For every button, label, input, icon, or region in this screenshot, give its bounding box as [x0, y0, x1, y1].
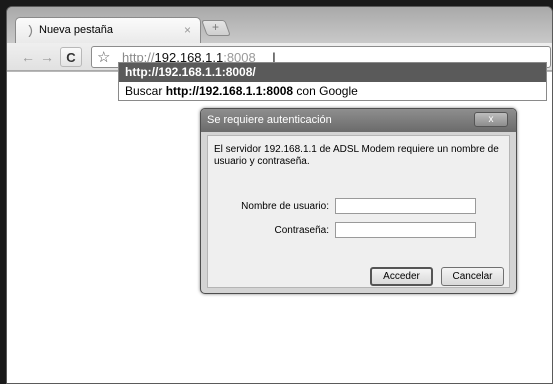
tab-strip: Nueva pestaña × +: [7, 7, 552, 44]
dialog-body: El servidor 192.168.1.1 de ADSL Modem re…: [207, 135, 510, 288]
auth-dialog: Se requiere autenticación x El servidor …: [200, 108, 517, 294]
password-input[interactable]: [335, 222, 476, 238]
username-input[interactable]: [335, 198, 476, 214]
dialog-close-button[interactable]: x: [474, 112, 508, 127]
plus-icon[interactable]: +: [212, 20, 219, 34]
back-button[interactable]: ←: [18, 47, 38, 67]
dialog-titlebar: Se requiere autenticación x: [201, 109, 516, 132]
search-suffix: con Google: [293, 84, 358, 98]
forward-button[interactable]: →: [37, 47, 57, 67]
password-label: Contraseña:: [274, 225, 329, 236]
search-prefix: Buscar: [125, 84, 166, 98]
tab-nueva-pestana[interactable]: Nueva pestaña ×: [15, 17, 201, 44]
suggestion-url[interactable]: http://192.168.1.1:8008/: [119, 63, 546, 82]
search-query: http://192.168.1.1:8008: [165, 84, 294, 98]
omnibox-suggestions: http://192.168.1.1:8008/ Buscar http://1…: [118, 62, 547, 101]
reload-button[interactable]: C: [60, 47, 82, 67]
page-favicon-icon: [28, 25, 33, 37]
dialog-message: El servidor 192.168.1.1 de ADSL Modem re…: [214, 144, 499, 167]
suggestion-search[interactable]: Buscar http://192.168.1.1:8008 con Googl…: [119, 82, 546, 101]
login-button[interactable]: Acceder: [370, 267, 433, 286]
tab-close-icon[interactable]: ×: [184, 23, 191, 37]
bookmark-star-icon[interactable]: ☆: [97, 48, 110, 66]
dialog-title: Se requiere autenticación: [207, 114, 332, 126]
tab-title: Nueva pestaña: [39, 24, 113, 36]
cancel-button[interactable]: Cancelar: [441, 267, 504, 286]
username-label: Nombre de usuario:: [241, 201, 329, 212]
